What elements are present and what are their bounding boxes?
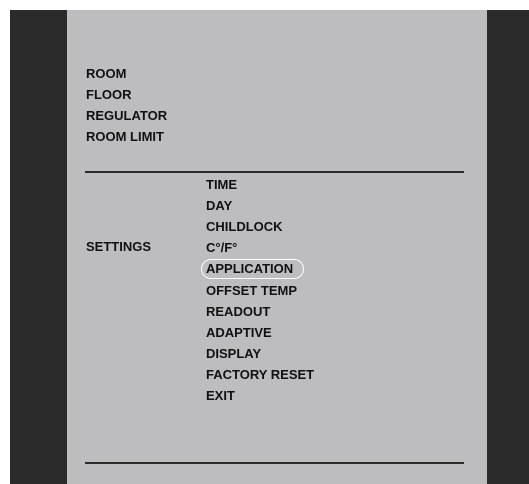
main-menu: ROOM FLOOR REGULATOR ROOM LIMIT: [86, 63, 167, 147]
top-divider: [85, 171, 464, 173]
submenu-item-time[interactable]: TIME: [206, 174, 314, 195]
submenu-item-temperature-unit[interactable]: C°/F°: [206, 237, 314, 258]
submenu-item-exit[interactable]: EXIT: [206, 385, 314, 406]
thermostat-screen: ROOM FLOOR REGULATOR ROOM LIMIT SETTINGS…: [10, 10, 529, 484]
submenu-item-childlock[interactable]: CHILDLOCK: [206, 216, 314, 237]
menu-item-floor[interactable]: FLOOR: [86, 84, 167, 105]
submenu-item-offset-temp[interactable]: OFFSET TEMP: [206, 280, 314, 301]
submenu-item-readout[interactable]: READOUT: [206, 301, 314, 322]
settings-label[interactable]: SETTINGS: [86, 236, 151, 257]
bottom-divider: [85, 462, 464, 464]
submenu-item-adaptive[interactable]: ADAPTIVE: [206, 322, 314, 343]
submenu-item-display[interactable]: DISPLAY: [206, 343, 314, 364]
submenu-item-factory-reset[interactable]: FACTORY RESET: [206, 364, 314, 385]
right-bezel: [487, 10, 529, 484]
submenu-item-day[interactable]: DAY: [206, 195, 314, 216]
settings-submenu: TIME DAY CHILDLOCK C°/F° APPLICATION OFF…: [201, 174, 314, 406]
left-bezel: [10, 10, 67, 484]
menu-item-regulator[interactable]: REGULATOR: [86, 105, 167, 126]
submenu-item-application-selected[interactable]: APPLICATION: [201, 259, 305, 279]
menu-item-room[interactable]: ROOM: [86, 63, 167, 84]
menu-item-room-limit[interactable]: ROOM LIMIT: [86, 126, 167, 147]
